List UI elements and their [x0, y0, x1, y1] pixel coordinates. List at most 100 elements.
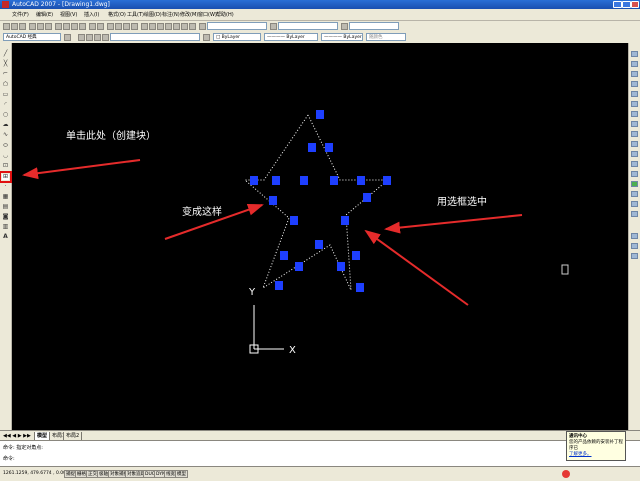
command-prompt[interactable]: 命令:	[3, 455, 15, 462]
zoom-realtime-icon[interactable]	[115, 23, 122, 30]
balloon-link[interactable]: 了解更多。	[569, 452, 623, 458]
dimension-icon[interactable]	[631, 211, 638, 217]
move-icon[interactable]	[631, 101, 638, 107]
help-icon[interactable]	[189, 23, 196, 30]
lock-icon[interactable]	[102, 34, 109, 41]
maximize-button[interactable]	[622, 1, 631, 8]
match-properties-icon[interactable]	[79, 23, 86, 30]
close-button[interactable]	[631, 1, 639, 8]
grip[interactable]	[250, 176, 258, 185]
dim-style-icon[interactable]	[270, 23, 277, 30]
grip[interactable]	[269, 196, 277, 205]
menu-dimension[interactable]: 标注(N)	[162, 11, 180, 18]
grip[interactable]	[272, 176, 280, 185]
menu-tools[interactable]: 工具(T)	[127, 11, 144, 18]
dim-style-combo[interactable]	[278, 22, 338, 30]
menu-edit[interactable]: 编辑(E)	[36, 11, 53, 18]
grip[interactable]	[363, 193, 371, 202]
grip[interactable]	[356, 283, 364, 292]
stretch-icon[interactable]	[631, 131, 638, 137]
array-icon[interactable]	[631, 91, 638, 97]
grip[interactable]	[341, 216, 349, 225]
ellipse-icon[interactable]: ⬭	[2, 143, 9, 149]
layout-icon[interactable]	[631, 233, 638, 239]
copy-icon[interactable]	[63, 23, 70, 30]
menu-insert[interactable]: 插入(I)	[84, 11, 99, 18]
layer-manager-icon[interactable]	[78, 34, 85, 41]
table-style-icon[interactable]	[341, 23, 348, 30]
sun-icon[interactable]	[94, 34, 101, 41]
gradient-icon[interactable]: ▤	[2, 204, 9, 210]
hatch-icon[interactable]: ▦	[2, 194, 9, 200]
rectangle-icon[interactable]: ▭	[2, 92, 9, 98]
tray-icon[interactable]	[562, 470, 570, 478]
join-icon[interactable]	[631, 171, 638, 177]
offset-icon[interactable]	[631, 81, 638, 87]
trim-icon[interactable]	[631, 141, 638, 147]
cut-icon[interactable]	[55, 23, 62, 30]
pan-icon[interactable]	[107, 23, 114, 30]
grip[interactable]	[295, 262, 303, 271]
save-icon[interactable]	[19, 23, 26, 30]
grip[interactable]	[357, 176, 365, 185]
drawing-area[interactable]: Y X 单击此处（创建块） 变成这样 用选框选中	[12, 43, 629, 430]
tool-palettes-icon[interactable]	[157, 23, 164, 30]
text-style-combo[interactable]	[207, 22, 267, 30]
multiline-text-icon[interactable]: A	[2, 234, 9, 240]
menu-help[interactable]: 帮助(H)	[216, 11, 234, 18]
table-style-combo[interactable]	[349, 22, 399, 30]
grip[interactable]	[290, 216, 298, 225]
paste-icon[interactable]	[71, 23, 78, 30]
menu-window[interactable]: 窗口(W)	[198, 11, 217, 18]
grip[interactable]	[315, 240, 323, 249]
zoom-icon[interactable]	[631, 253, 638, 259]
lightbulb-icon[interactable]	[86, 34, 93, 41]
open-icon[interactable]	[11, 23, 18, 30]
copy-object-icon[interactable]	[631, 61, 638, 67]
lineweight-combo[interactable]: ———— ByLayer	[321, 33, 363, 41]
preview-icon[interactable]	[37, 23, 44, 30]
fillet-icon[interactable]	[631, 191, 638, 197]
make-block-icon[interactable]: ⊞	[0, 171, 12, 183]
linetype-combo[interactable]: ———— ByLayer	[264, 33, 318, 41]
menu-modify[interactable]: 修改(M)	[180, 11, 198, 18]
construction-line-icon[interactable]: ╳	[2, 61, 9, 67]
break-icon[interactable]	[631, 161, 638, 167]
workspace-settings-icon[interactable]	[64, 34, 71, 41]
insert-block-icon[interactable]: ⊡	[2, 163, 9, 169]
grip[interactable]	[275, 281, 283, 290]
layer-combo[interactable]	[110, 33, 200, 41]
text-style-icon[interactable]	[199, 23, 206, 30]
revcloud-icon[interactable]: ☁	[2, 122, 9, 128]
point-icon[interactable]: ·	[2, 184, 9, 190]
polygon-icon[interactable]: ⬠	[2, 82, 9, 88]
markup-icon[interactable]	[173, 23, 180, 30]
zoom-window-icon[interactable]	[123, 23, 130, 30]
menu-draw[interactable]: 绘图(D)	[144, 11, 162, 18]
color-combo[interactable]: □ ByLayer	[213, 33, 261, 41]
scale-icon[interactable]	[631, 121, 638, 127]
grip[interactable]	[337, 262, 345, 271]
design-center-icon[interactable]	[149, 23, 156, 30]
workspace-combo[interactable]: AutoCAD 经典	[3, 33, 61, 41]
menu-format[interactable]: 格式(O)	[108, 11, 126, 18]
table-icon[interactable]: ▥	[2, 224, 9, 230]
grip[interactable]	[308, 143, 316, 152]
command-window[interactable]: 命令: 指定对角点: 命令:	[0, 440, 640, 467]
new-icon[interactable]	[3, 23, 10, 30]
extend-icon[interactable]	[631, 151, 638, 157]
print-icon[interactable]	[29, 23, 36, 30]
undo-icon[interactable]	[89, 23, 96, 30]
menu-file[interactable]: 文件(F)	[12, 11, 29, 18]
properties-icon[interactable]	[141, 23, 148, 30]
grip[interactable]	[330, 176, 338, 185]
chamfer-icon[interactable]	[631, 181, 638, 187]
line-icon[interactable]: ╱	[2, 51, 9, 57]
sheet-set-icon[interactable]	[165, 23, 172, 30]
grip[interactable]	[316, 110, 324, 119]
tab-nav-arrows[interactable]: ◀◀ ◀ ▶ ▶▶	[3, 433, 31, 439]
mirror-icon[interactable]	[631, 71, 638, 77]
minimize-button[interactable]	[613, 1, 622, 8]
grip[interactable]	[352, 251, 360, 260]
redo-icon[interactable]	[97, 23, 104, 30]
